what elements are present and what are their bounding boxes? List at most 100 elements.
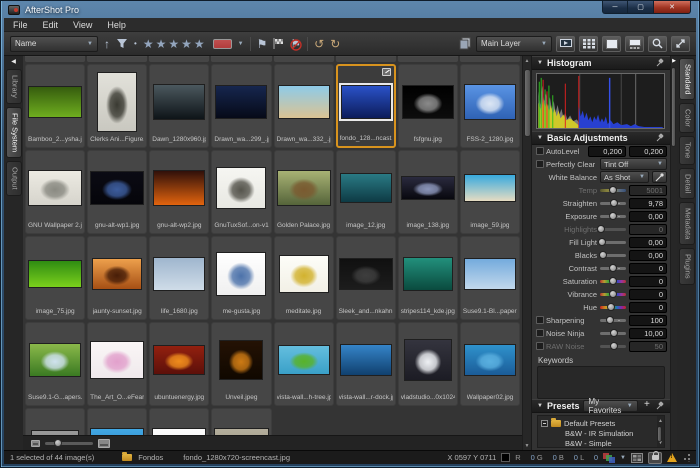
lock-icon[interactable] (648, 452, 662, 464)
slider-handle[interactable] (598, 238, 606, 246)
keywords-input[interactable] (537, 366, 665, 399)
combo-view-icon[interactable] (625, 36, 644, 52)
menu-item-file[interactable]: File (13, 20, 28, 30)
thumbnail-cell[interactable]: GnuTuxSof...on-v1.jpg (211, 150, 271, 234)
thumbnail-cell[interactable]: The_Art_O...eFear.jpg (87, 322, 147, 406)
slider-handle[interactable] (606, 316, 614, 324)
tab-metadata[interactable]: Metadata (679, 202, 695, 245)
panel-collapse-right-icon[interactable]: ▶ (672, 56, 676, 65)
slider[interactable] (600, 249, 626, 261)
value-box[interactable]: 0,00 (629, 237, 667, 248)
star-icon[interactable]: ★ (194, 37, 207, 51)
thumbnail-cell[interactable]: vista-wall...h-tree.jpg (274, 322, 334, 406)
presets-favorites-select[interactable]: My Favorites▼ (583, 400, 637, 412)
rotate-right-icon[interactable]: ↻ (330, 37, 340, 51)
thumbnail-cell[interactable] (149, 408, 209, 435)
thumbnail-cell[interactable]: Unveil.jpeg (211, 322, 271, 406)
slider[interactable] (600, 340, 626, 352)
preset-item[interactable]: B&W - Simple (541, 438, 657, 447)
layers-icon[interactable] (459, 37, 472, 50)
thumbnail-cell[interactable]: fsfgnu.jpg (398, 64, 458, 148)
value-box[interactable]: 0 (629, 263, 667, 274)
thumbnail-cell[interactable]: Drawn_wa...299_.jpg (211, 64, 271, 148)
checkbox[interactable] (536, 160, 544, 168)
single-image-view-icon[interactable] (602, 36, 621, 52)
histogram-panel-header[interactable]: ▼ Histogram (532, 56, 670, 70)
thumbnail-cell[interactable]: vista-wall...r-dock.jpg (336, 322, 396, 406)
thumbnail-cell[interactable]: Golden Palace.jpg (274, 150, 334, 234)
flag-icon[interactable]: ⚑ (257, 38, 268, 50)
scroll-up-icon[interactable]: ▲ (658, 416, 663, 425)
thumbnail-cell[interactable]: Dawn_1280x960.jpg (149, 64, 209, 148)
close-button[interactable]: ✕ (653, 1, 691, 14)
thumbnail-cell[interactable]: stripes114_kde.jpg (398, 236, 458, 320)
thumbnail-cell[interactable]: image_138.jpg (398, 150, 458, 234)
tree-collapse-icon[interactable] (541, 420, 548, 427)
value-box[interactable]: 10,00 (629, 328, 667, 339)
tab-tone[interactable]: Tone (679, 136, 695, 164)
current-file[interactable]: fondo_1280x720-screencast.jpg (183, 453, 290, 462)
magnifier-icon[interactable] (648, 36, 667, 52)
slider-handle[interactable] (610, 199, 618, 207)
value-box[interactable]: 5001 (629, 185, 667, 196)
warning-icon[interactable] (667, 453, 677, 462)
thumbnail-cell[interactable]: meditate.jpg (274, 236, 334, 320)
grid-scrollbar-track[interactable] (524, 65, 531, 441)
tab-library[interactable]: Library (6, 69, 22, 104)
thumbnail-cell[interactable]: Wallpaper02.jpg (460, 322, 520, 406)
pin-icon[interactable] (656, 397, 665, 415)
star-icon[interactable]: ★ (156, 37, 169, 51)
slider[interactable] (600, 288, 626, 300)
minimize-button[interactable]: ─ (602, 1, 628, 14)
thumbnail-cell[interactable] (25, 408, 85, 435)
thumbnail-cell[interactable] (87, 408, 147, 435)
thumbnail-cell[interactable]: image_59.jpg (460, 150, 520, 234)
slider[interactable] (600, 301, 626, 313)
slider-handle[interactable] (609, 277, 617, 285)
checkbox[interactable] (536, 316, 544, 324)
value-box[interactable]: 0 (629, 224, 667, 235)
thumbnail-cell[interactable]: Clerks Ani...Figure.jpg (87, 64, 147, 148)
thumbnail-cell[interactable]: Drawn_wa...332_.jpg (274, 64, 334, 148)
soft-proofing-icon[interactable] (631, 453, 643, 463)
slider[interactable] (600, 314, 626, 326)
preset-item[interactable]: B&W - IR Simulation (541, 428, 657, 438)
thumbnail-cell[interactable]: FSS-2_1280.jpg (460, 64, 520, 148)
thumbnail-size-slider-handle[interactable] (54, 439, 62, 447)
filter-icon[interactable] (116, 38, 128, 49)
slider-handle[interactable] (609, 212, 617, 220)
thumbnail-cell[interactable]: gnu-alt-wp1.jpg (87, 150, 147, 234)
thumbnail-cell[interactable]: image_75.jpg (25, 236, 85, 320)
slider[interactable] (600, 184, 626, 196)
flag-clear-icon[interactable]: ⚑ (290, 38, 301, 50)
menu-item-help[interactable]: Help (107, 20, 126, 30)
slider[interactable] (600, 223, 626, 235)
thumbnail-cell[interactable]: ubuntuenergy.jpg (149, 322, 209, 406)
slider-handle[interactable] (609, 186, 617, 194)
slider[interactable] (600, 275, 626, 287)
checkbox[interactable] (536, 329, 544, 337)
thumbnail-cell[interactable]: Bamboo_2...ysha.jpg (25, 64, 85, 148)
collapse-triangle-icon[interactable]: ▼ (537, 135, 543, 141)
thumbnail-grid-view-icon[interactable] (579, 36, 598, 52)
checkbox[interactable] (536, 147, 544, 155)
sort-field-select[interactable]: Name▼ (10, 36, 98, 52)
dropdown-select[interactable]: As Shot▼ (600, 171, 649, 183)
scroll-down-icon[interactable]: ▼ (525, 441, 530, 450)
value-box[interactable]: 9,78 (629, 198, 667, 209)
thumbnail-cell[interactable]: gnu-alt-wp2.jpg (149, 150, 209, 234)
thumbnail-cell[interactable] (211, 408, 271, 435)
grid-scrollbar[interactable]: ▲ ▼ (522, 56, 531, 450)
slider-handle[interactable] (609, 290, 617, 298)
panel-scrollbar[interactable]: ▶ (670, 56, 677, 450)
thumbnail-size-slider[interactable] (45, 442, 93, 445)
slider-handle[interactable] (597, 225, 605, 233)
thumbnail-cell[interactable]: jaunty-sunset.jpg (87, 236, 147, 320)
thumbnail-small-icon[interactable] (31, 440, 40, 447)
basic-adjustments-header[interactable]: ▼ Basic Adjustments (532, 131, 670, 145)
menu-item-view[interactable]: View (73, 20, 92, 30)
maximize-button[interactable]: ▢ (628, 1, 653, 14)
slider[interactable] (600, 197, 626, 209)
thumbnail-large-icon[interactable] (98, 439, 110, 448)
slider-handle[interactable] (599, 251, 607, 259)
